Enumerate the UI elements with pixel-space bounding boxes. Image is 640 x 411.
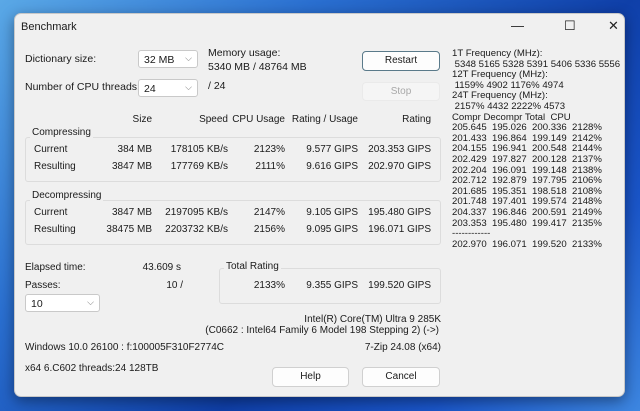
compress-resulting-size: 3847 MB xyxy=(111,161,152,172)
close-button[interactable]: ✕ xyxy=(608,18,619,34)
dictionary-size-label: Dictionary size: xyxy=(25,53,97,65)
column-speed: Speed xyxy=(199,114,228,125)
os-info: Windows 10.0 26100 : f:100005F310F2774C xyxy=(25,342,225,353)
cpu-threads-select[interactable]: 24 ⌵ xyxy=(138,79,198,97)
decompress-current-rating: 195.480 GIPS xyxy=(368,207,431,218)
chevron-down-icon: ⌵ xyxy=(185,82,192,92)
restart-button[interactable]: Restart xyxy=(362,51,440,71)
decompress-resulting-rating: 196.071 GIPS xyxy=(368,224,431,235)
compress-current-speed: 178105 KB/s xyxy=(170,144,228,155)
log-line: 202.970 196.071 199.520 2133% xyxy=(452,238,602,250)
version-info: 7-Zip 24.08 (x64) xyxy=(364,342,441,353)
compress-current-rating: 203.353 GIPS xyxy=(368,144,431,155)
compress-current-rpu: 9.577 GIPS xyxy=(306,144,358,155)
help-button[interactable]: Help xyxy=(272,367,349,387)
cpu-detail: (C0662 : Intel64 Family 6 Model 198 Step… xyxy=(205,325,439,336)
decompress-resulting-cpu: 2156% xyxy=(253,224,285,235)
benchmark-log: 1T Frequency (MHz): 5348 5165 5328 5391 … xyxy=(452,48,620,250)
decompress-resulting-speed: 2203732 KB/s xyxy=(165,224,228,235)
compress-current-cpu: 2123% xyxy=(253,144,285,155)
decompress-current-size: 3847 MB xyxy=(111,207,152,218)
benchmark-window: Benchmark — ☐ ✕ Dictionary size: 32 MB ⌵ … xyxy=(14,13,625,397)
chevron-down-icon: ⌵ xyxy=(185,53,192,63)
decompress-current-label: Current xyxy=(34,207,68,218)
compress-current-size: 384 MB xyxy=(117,144,152,155)
stop-button[interactable]: Stop xyxy=(362,82,440,101)
decompress-resulting-rpu: 9.095 GIPS xyxy=(306,224,358,235)
cpu-threads-label: Number of CPU threads: xyxy=(25,81,140,93)
dictionary-size-value: 32 MB xyxy=(144,54,175,66)
total-rating: 199.520 GIPS xyxy=(368,280,431,291)
arch-info: x64 6.C602 threads:24 128TB xyxy=(25,363,159,374)
log-line: 1T Frequency (MHz): xyxy=(452,48,543,59)
compress-current-label: Current xyxy=(34,144,68,155)
column-size: Size xyxy=(132,114,152,125)
compress-resulting-speed: 177769 KB/s xyxy=(170,161,228,172)
dictionary-size-select[interactable]: 32 MB ⌵ xyxy=(138,50,198,68)
minimize-button[interactable]: — xyxy=(511,18,524,33)
log-line: 202.429 197.827 200.128 2137% xyxy=(452,153,602,165)
maximize-button[interactable]: ☐ xyxy=(564,18,576,34)
total-cpu: 2133% xyxy=(253,280,285,291)
decompress-resulting-size: 38475 MB xyxy=(106,224,152,235)
compressing-label: Compressing xyxy=(30,127,93,138)
total-rating-label: Total Rating xyxy=(224,261,281,272)
cpu-threads-value: 24 xyxy=(144,83,156,95)
decompress-current-rpu: 9.105 GIPS xyxy=(306,207,358,218)
log-line: 204.337 196.846 200.591 2149% xyxy=(452,206,602,218)
column-cpu-usage: CPU Usage xyxy=(232,114,285,125)
passes-value: 10 / xyxy=(166,280,183,291)
memory-usage-label: Memory usage: xyxy=(208,47,281,59)
passes-select[interactable]: 10 ⌵ xyxy=(25,294,100,312)
compress-resulting-rating: 202.970 GIPS xyxy=(368,161,431,172)
compress-resulting-label: Resulting xyxy=(34,161,76,172)
elapsed-time-label: Elapsed time: xyxy=(25,262,86,273)
decompress-resulting-label: Resulting xyxy=(34,224,76,235)
elapsed-time-value: 43.609 s xyxy=(142,262,181,273)
memory-usage-value: 5340 MB / 48764 MB xyxy=(208,61,307,73)
log-line: 2157% 4432 2222% 4573 xyxy=(452,100,566,112)
passes-select-value: 10 xyxy=(31,298,43,310)
compress-resulting-cpu: 2111% xyxy=(255,161,285,172)
passes-label: Passes: xyxy=(25,280,61,291)
total-rpu: 9.355 GIPS xyxy=(306,280,358,291)
compress-resulting-rpu: 9.616 GIPS xyxy=(306,161,358,172)
decompress-current-cpu: 2147% xyxy=(253,207,285,218)
decompressing-label: Decompressing xyxy=(30,190,104,201)
column-rating-usage: Rating / Usage xyxy=(291,114,358,125)
chevron-down-icon: ⌵ xyxy=(87,297,94,307)
cancel-button[interactable]: Cancel xyxy=(362,367,440,387)
column-rating: Rating xyxy=(402,114,431,125)
window-title: Benchmark xyxy=(21,21,77,33)
cpu-threads-max: / 24 xyxy=(208,80,226,92)
cpu-name: Intel(R) Core(TM) Ultra 9 285K xyxy=(304,314,441,325)
decompress-current-speed: 2197095 KB/s xyxy=(165,207,228,218)
